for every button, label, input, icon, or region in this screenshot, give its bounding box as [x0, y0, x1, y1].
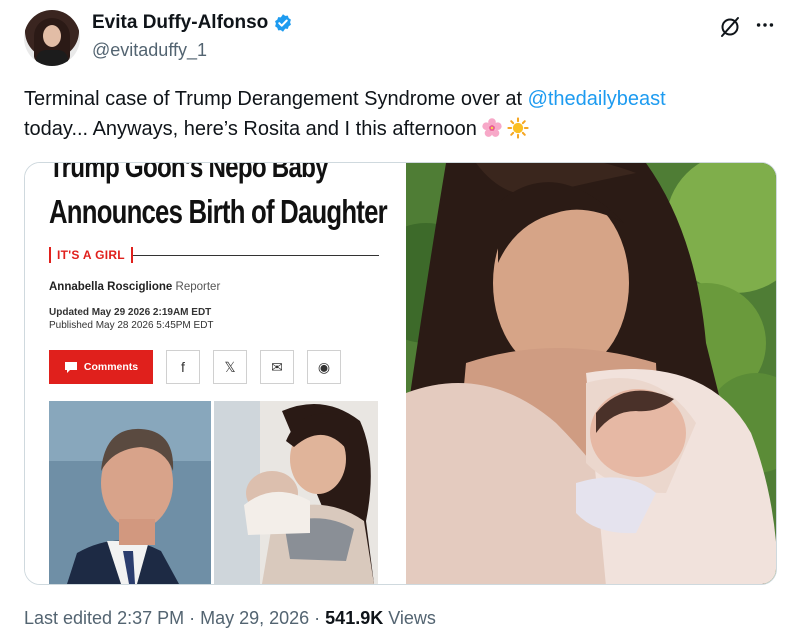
sun-icon: [507, 117, 529, 139]
mail-icon: ✉: [260, 350, 294, 384]
views-label: Views: [383, 608, 436, 628]
mention-link[interactable]: @thedailybeast: [528, 88, 666, 110]
verified-badge-icon: [275, 14, 292, 32]
handle[interactable]: @evitaduffy_1: [92, 40, 207, 61]
kicker-label: IT'S A GIRL: [57, 248, 125, 262]
article-headline-top: Trump Goon's Nepo Baby: [49, 162, 329, 184]
more-options-icon[interactable]: [754, 14, 776, 36]
article-screenshot[interactable]: Trump Goon's Nepo Baby Announces Birth o…: [25, 162, 404, 584]
share-row: Comments f 𝕏 ✉ ◉: [49, 350, 341, 384]
grok-icon[interactable]: [718, 15, 742, 39]
article-headline: Announces Birth of Daughter: [49, 193, 388, 230]
comments-label: Comments: [83, 361, 139, 373]
article-dates: Updated May 29 2026 2:19AM EDT Published…: [49, 306, 214, 332]
name-row: Evita Duffy-Alfonso: [92, 12, 293, 34]
tweet-text-part: Terminal case of Trump Derangement Syndr…: [24, 88, 528, 110]
avatar[interactable]: [24, 10, 80, 66]
reddit-icon: ◉: [307, 350, 341, 384]
views-count: 541.9K: [325, 608, 384, 628]
article-photo-mother: [214, 401, 378, 584]
tweet-text: Terminal case of Trump Derangement Syndr…: [24, 84, 776, 144]
tweet-footer: Last edited 2:37 PM · May 29, 2026 · 541…: [24, 608, 436, 629]
media-attachment[interactable]: Trump Goon's Nepo Baby Announces Birth o…: [24, 162, 777, 585]
edited-timestamp[interactable]: Last edited 2:37 PM · May 29, 2026 ·: [24, 608, 325, 628]
article-author: Annabella Rosciglione Reporter: [49, 281, 220, 293]
article-photo-man: [49, 401, 211, 584]
facebook-icon: f: [166, 350, 200, 384]
published-date: Published May 28 2026 5:45PM EDT: [49, 320, 214, 331]
photo-mother-and-baby[interactable]: [406, 163, 776, 584]
cherry-blossom-icon: [482, 118, 502, 137]
author-name: Annabella Rosciglione: [49, 281, 173, 293]
tweet-header: Evita Duffy-Alfonso @evitaduffy_1: [24, 10, 776, 66]
x-icon: 𝕏: [213, 350, 247, 384]
author-role: Reporter: [175, 281, 221, 293]
updated-date: Updated May 29 2026 2:19AM EDT: [49, 307, 212, 318]
tweet-text-part: today... Anyways, here’s Rosita and I th…: [24, 118, 477, 140]
comments-button: Comments: [49, 350, 153, 384]
article-kicker: IT'S A GIRL: [49, 245, 379, 265]
display-name[interactable]: Evita Duffy-Alfonso: [92, 12, 268, 34]
comment-icon: [64, 361, 77, 373]
